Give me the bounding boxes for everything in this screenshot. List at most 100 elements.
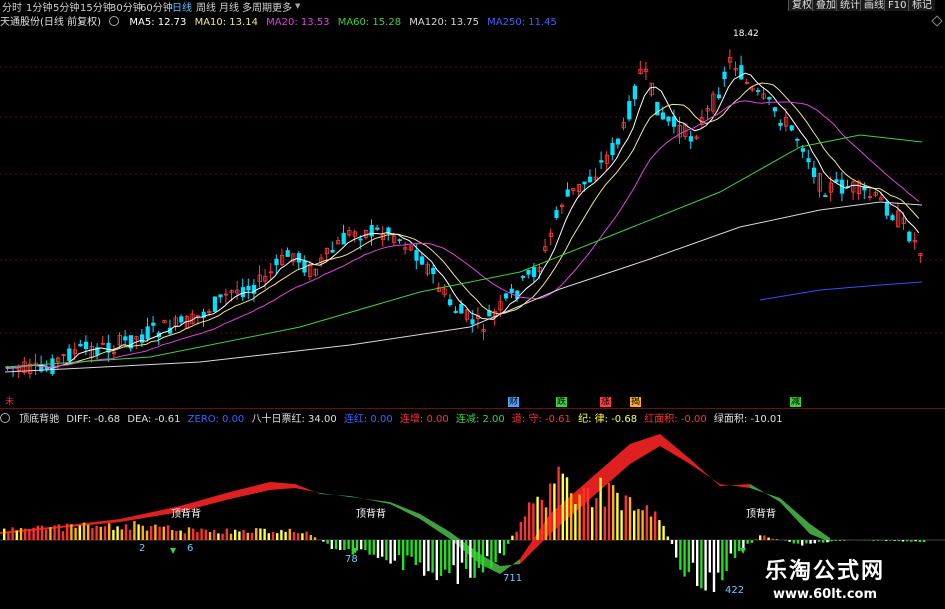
event-marker[interactable]: 揭 [630,397,642,407]
draw-line-button[interactable]: 画线 [860,0,887,11]
tab-1min[interactable]: 1分钟 [26,0,52,14]
candle [358,238,363,241]
event-marker[interactable]: 减 [790,397,802,407]
candle [414,250,419,261]
candle [610,142,615,155]
tab-weekly[interactable]: 周线 [196,0,216,14]
restore-rights-button[interactable]: 复权 [788,0,815,11]
histogram-bar [582,487,585,540]
histogram-bar [326,540,329,544]
histogram-bar [767,537,770,540]
histogram-bar [78,525,81,540]
event-marker[interactable]: 财 [508,397,520,407]
tab-30min[interactable]: 30分钟 [110,0,143,14]
candle [660,112,666,120]
histogram-bar [263,528,266,540]
candle [778,122,783,126]
logo-url: www.60lt.com [773,587,878,602]
histogram-bar [721,540,724,581]
histogram-bar [465,540,468,569]
histogram-bar [3,528,6,540]
histogram-bar [876,540,879,541]
histogram-bar [414,540,417,566]
candle [240,287,245,298]
histogram-bar [754,539,758,540]
histogram-bar [918,540,921,543]
histogram-bar [872,540,875,541]
histogram-bar [166,525,170,540]
f10-button[interactable]: F10 [884,0,910,11]
histogram-bar [910,540,913,542]
tab-15min[interactable]: 15分钟 [80,0,113,14]
histogram-bar [775,539,779,540]
stats-button[interactable]: 统计 [836,0,863,11]
histogram-bar [19,528,23,540]
histogram-bar [544,507,548,540]
mark-button[interactable]: 标记 [908,0,935,11]
histogram-bar [309,534,312,540]
timeframe-bar: 分时 1分钟 5分钟 15分钟 30分钟 60分钟 日线 周线 月线 多周期 更… [0,0,945,14]
histogram-bar [906,540,909,542]
histogram-bar [70,524,73,540]
histogram-bar [801,540,804,546]
histogram-bar [456,540,459,584]
candle [554,210,559,218]
histogram-bar [271,531,275,540]
tab-monthly[interactable]: 月线 [219,0,239,14]
histogram-bar [385,540,388,561]
macd-band [660,434,690,464]
histogram-bar [196,532,199,540]
tab-fenshi[interactable]: 分时 [2,0,22,14]
histogram-bar [759,535,762,540]
histogram-bar [179,530,182,540]
histogram-bar [74,527,77,540]
collapse-diamond-icon[interactable] [931,15,943,27]
histogram-bar [61,531,65,540]
event-marker[interactable]: 涨 [600,397,612,407]
histogram-bar [427,540,430,572]
histogram-bar [82,522,86,540]
macd-band [350,496,390,504]
tab-daily[interactable]: 日线 [172,0,192,14]
histogram-bar [729,540,732,554]
tab-5min[interactable]: 5分钟 [53,0,79,14]
histogram-bar [397,540,401,556]
event-marker[interactable]: 跌 [556,397,568,407]
event-marker[interactable]: 未 [4,397,15,407]
tab-more[interactable]: 更多 [272,0,292,14]
chevron-down-icon[interactable]: ▼ [295,2,300,10]
histogram-bar [246,532,249,540]
histogram-bar [612,485,615,540]
histogram-bar [523,516,527,540]
histogram-bar [372,540,375,555]
overlay-button[interactable]: 叠加 [812,0,839,11]
histogram-bar [834,540,837,541]
candle [67,348,72,361]
histogram-bar [120,529,123,540]
candle [688,136,694,142]
histogram-bar [45,529,48,540]
candle [812,167,817,178]
histogram-bar [477,540,480,568]
histogram-bar [620,510,623,540]
histogram-bar [771,538,774,540]
histogram-bar [406,540,409,556]
count-label: 2 [139,543,146,554]
histogram-bar [641,510,644,540]
high-price-label: 18.42 [733,29,759,39]
histogram-bar [700,540,703,589]
candle [823,195,828,197]
histogram-bar [32,527,35,540]
histogram-bar [24,528,27,540]
histogram-bar [515,531,518,540]
histogram-bar [687,540,690,573]
price-chart[interactable] [0,27,945,396]
histogram-bar [431,540,434,573]
tab-60min[interactable]: 60分钟 [140,0,173,14]
histogram-bar [49,527,52,540]
histogram-bar [66,523,69,540]
watermark-logo: 乐淘公式网 www.60lt.com [765,553,945,609]
tab-multi-period[interactable]: 多周期 [242,0,272,14]
candle [296,253,302,263]
candle [884,201,890,216]
